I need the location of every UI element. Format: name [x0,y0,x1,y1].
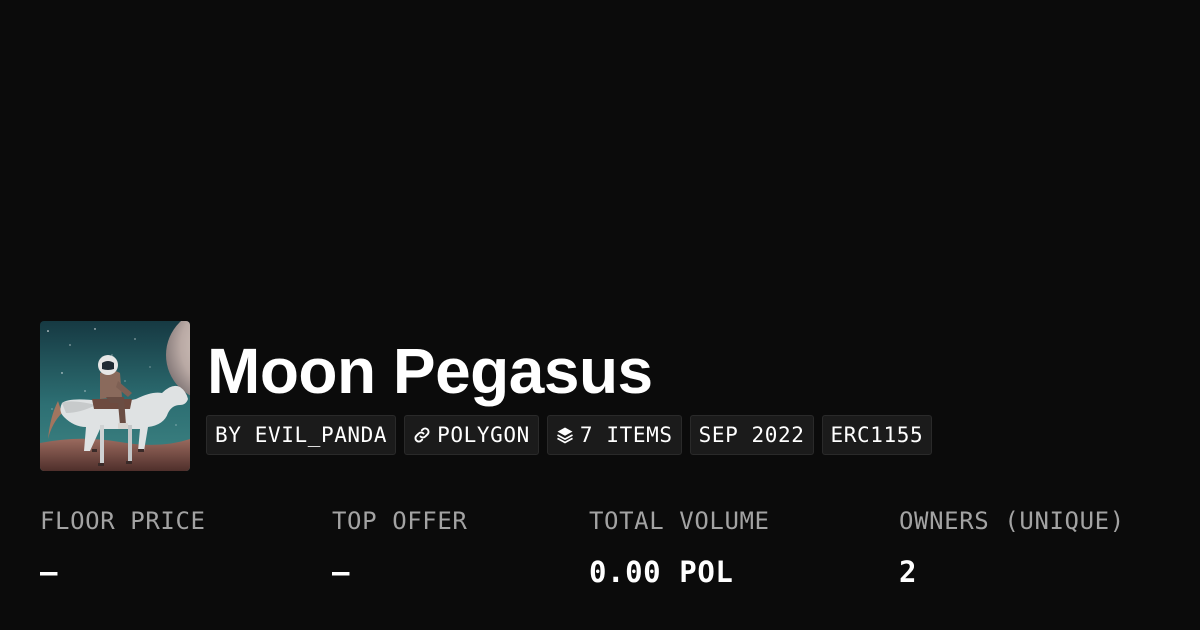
collection-image[interactable] [40,321,190,471]
creator-label: BY EVIL_PANDA [215,423,388,447]
stat-floor-price: FLOOR PRICE – [40,505,206,589]
chain-label: POLYGON [437,423,530,447]
stat-top-offer: TOP OFFER – [332,505,467,589]
date-badge[interactable]: SEP 2022 [689,415,814,455]
stat-value: – [332,555,351,589]
date-label: SEP 2022 [698,423,805,447]
layers-icon [556,426,574,444]
stat-value: 2 [899,555,918,589]
stat-value: – [40,555,59,589]
link-icon [413,426,431,444]
stat-total-volume: TOTAL VOLUME 0.00 POL [589,505,770,589]
stat-label: TOTAL VOLUME [589,507,770,535]
collection-info: Moon Pegasus BY EVIL_PANDA POLYGON 7 ITE… [206,321,1087,471]
stat-label: FLOOR PRICE [40,507,206,535]
stat-owners: OWNERS (UNIQUE) 2 [899,505,1125,589]
collection-badges: BY EVIL_PANDA POLYGON 7 ITEMS SEP 2022 E… [206,415,933,455]
stat-value: 0.00 POL [589,555,734,589]
astronaut-horse-artwork [40,321,190,471]
token-standard-badge[interactable]: ERC1155 [821,415,933,455]
items-badge[interactable]: 7 ITEMS [546,415,682,455]
stat-label: TOP OFFER [332,507,468,535]
stat-label: OWNERS (UNIQUE) [899,507,1125,535]
collection-title: Moon Pegasus [207,335,653,407]
chain-badge[interactable]: POLYGON [404,415,539,455]
token-standard-label: ERC1155 [830,423,924,447]
items-label: 7 ITEMS [579,423,673,447]
collection-header: Moon Pegasus BY EVIL_PANDA POLYGON 7 ITE… [40,321,1087,471]
creator-badge[interactable]: BY EVIL_PANDA [206,415,397,455]
